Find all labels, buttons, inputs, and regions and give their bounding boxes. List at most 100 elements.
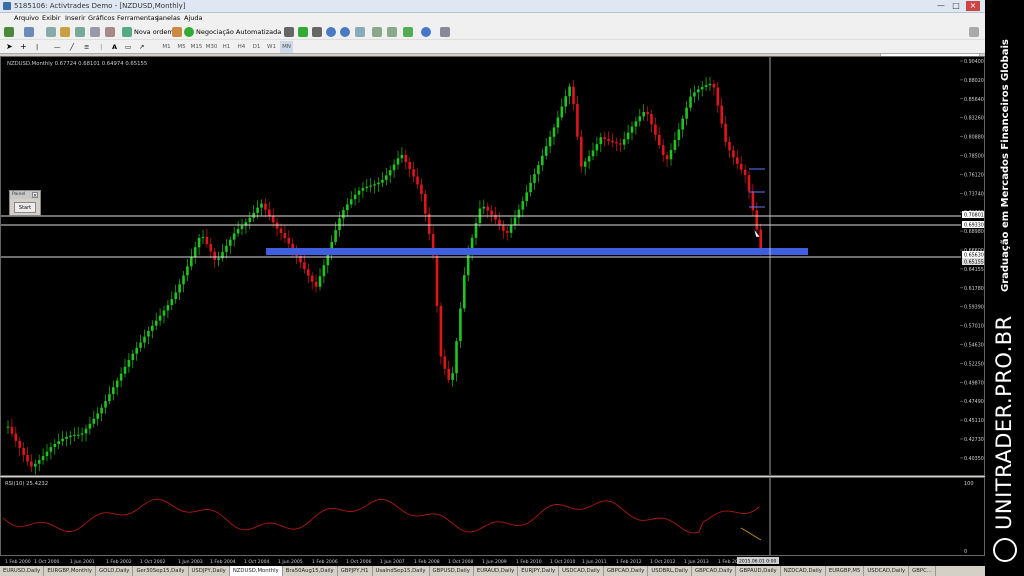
timeframe-m30[interactable]: M30 [205, 41, 218, 53]
chart-tab[interactable]: GBPJPY,H1 [338, 566, 373, 576]
new-chart-icon[interactable] [4, 27, 14, 37]
search-icon[interactable] [969, 27, 979, 37]
candle-body [385, 175, 388, 180]
timeframe-h1[interactable]: H1 [220, 41, 233, 53]
market-watch-icon[interactable] [46, 27, 56, 37]
panel-close-icon[interactable]: × [32, 192, 38, 199]
candle-body [424, 194, 427, 214]
candle-body [104, 401, 107, 408]
timeframe-mn[interactable]: MN [280, 41, 293, 53]
indicators-icon[interactable] [403, 27, 413, 37]
menu-insert[interactable]: Inserir [65, 13, 86, 24]
periods-icon[interactable] [421, 27, 431, 37]
profiles-icon[interactable] [24, 27, 34, 37]
fibonacci-icon[interactable]: ⋮ [98, 41, 105, 53]
timeframe-m15[interactable]: M15 [190, 41, 203, 53]
timeframe-d1[interactable]: D1 [250, 41, 263, 53]
crosshair-icon[interactable]: + [20, 41, 27, 53]
chart-tab[interactable]: EURGBP,Monthly [44, 566, 97, 576]
candle-body [193, 247, 197, 257]
chart-tab[interactable]: EURUSD,Daily [0, 566, 45, 576]
zoom-out-icon[interactable] [340, 27, 350, 37]
text-icon[interactable]: A [112, 41, 117, 53]
menu-file[interactable]: Arquivo [14, 13, 39, 24]
candle-body [548, 136, 552, 147]
navigator-icon[interactable] [75, 27, 85, 37]
candle-body [525, 192, 528, 202]
chart-tab[interactable]: GBPCAD,Daily [692, 566, 737, 576]
candlestick-icon[interactable] [298, 27, 308, 37]
line-price-tags: 0.70801 0.69330 0.65630 0.65155 [962, 211, 984, 266]
chart-tab[interactable]: EURGBP,M5 [826, 566, 865, 576]
candle-body [178, 284, 181, 293]
chart-tab[interactable]: EURJPY,Daily [518, 566, 560, 576]
chart-tab[interactable]: GBPAUD,Daily [736, 566, 781, 576]
chart-tab[interactable]: Bra50Aug15,Daily [283, 566, 338, 576]
chart-tab[interactable]: GBPC... [909, 566, 936, 576]
auto-trading-button[interactable]: Negociação Automatizada [196, 26, 281, 38]
candle-body [260, 203, 263, 208]
timeframe-h4[interactable]: H4 [235, 41, 248, 53]
chart-tab[interactable]: USDJPY,Daily [189, 566, 230, 576]
tester-icon[interactable] [105, 27, 115, 37]
timeframe-m1[interactable]: M1 [160, 41, 173, 53]
start-button[interactable]: Start [14, 202, 36, 213]
new-order-button[interactable]: Nova ordem [134, 26, 174, 38]
templates-icon[interactable] [440, 27, 450, 37]
line-chart-icon[interactable] [312, 27, 322, 37]
arrows-icon[interactable]: ↗ [139, 41, 144, 53]
new-order-icon[interactable] [122, 27, 132, 37]
candle-body [41, 456, 45, 461]
maximize-icon[interactable]: □ [950, 1, 962, 11]
auto-trading-icon[interactable] [184, 27, 194, 37]
chart-tab[interactable]: GBPCAD,Daily [604, 566, 649, 576]
price-chart[interactable]: NZDUSD,Monthly 0.67724 0.68101 0.64974 0… [0, 56, 985, 476]
channel-icon[interactable]: ≡ [84, 41, 89, 53]
menu-charts[interactable]: Gráficos [88, 13, 115, 24]
candle-body [420, 184, 423, 195]
bar-chart-icon[interactable] [284, 27, 294, 37]
rsi-panel[interactable]: RSI(10) 25.4232 100 0 [0, 477, 985, 556]
chart-tab[interactable]: USDCAD,Daily [559, 566, 604, 576]
chart-tab[interactable]: EURAUD,Daily [474, 566, 519, 576]
minimize-icon[interactable]: — [935, 1, 947, 11]
candle-body [529, 182, 532, 193]
metaeditor-icon[interactable] [172, 27, 182, 37]
close-icon[interactable]: × [966, 1, 980, 11]
time-label: 1 Feb 2012 [616, 559, 642, 565]
vertical-line-icon[interactable]: | [36, 41, 38, 53]
candle-body [638, 116, 642, 122]
chart-tab[interactable]: NZDCAD,Daily [781, 566, 826, 576]
zoom-in-icon[interactable] [326, 27, 336, 37]
data-window-icon[interactable] [60, 27, 70, 37]
chart-tab[interactable]: GOLD,Daily [96, 566, 134, 576]
candle-body [486, 206, 489, 211]
chart-tab[interactable]: USDCAD,Daily [864, 566, 910, 576]
candle-body [564, 96, 567, 107]
timeframe-m5[interactable]: M5 [175, 41, 188, 53]
label-icon[interactable]: ▭ [125, 41, 131, 53]
candle-body [96, 413, 99, 419]
chart-tab[interactable]: Ger30Sep15,Daily [133, 566, 189, 576]
trendline-icon[interactable]: ╱ [70, 41, 74, 53]
terminal-icon[interactable] [90, 27, 100, 37]
menu-tools[interactable]: Ferramentas [117, 13, 158, 24]
chart-tab[interactable]: GBPUSD,Daily [430, 566, 474, 576]
support-zone[interactable] [266, 248, 808, 255]
menu-view[interactable]: Exibir [42, 13, 60, 24]
chart-shift-icon[interactable] [372, 27, 382, 37]
menu-help[interactable]: Ajuda [184, 13, 202, 24]
horizontal-line-icon[interactable]: — [54, 41, 61, 53]
auto-scroll-icon[interactable] [387, 27, 397, 37]
chart-tab[interactable]: NZDUSD,Monthly [229, 566, 283, 576]
menu-windows[interactable]: Janelas [157, 13, 180, 24]
candle-body [112, 387, 115, 395]
tile-windows-icon[interactable] [355, 27, 365, 37]
candle-body [630, 126, 634, 133]
candle-body [654, 124, 657, 135]
brand-logo-icon [993, 538, 1017, 562]
timeframe-w1[interactable]: W1 [265, 41, 278, 53]
chart-tab[interactable]: USDBRL,Daily [648, 566, 692, 576]
cursor-icon[interactable]: ➤ [6, 41, 13, 53]
chart-tab[interactable]: UsaIndSep15,Daily [373, 566, 430, 576]
